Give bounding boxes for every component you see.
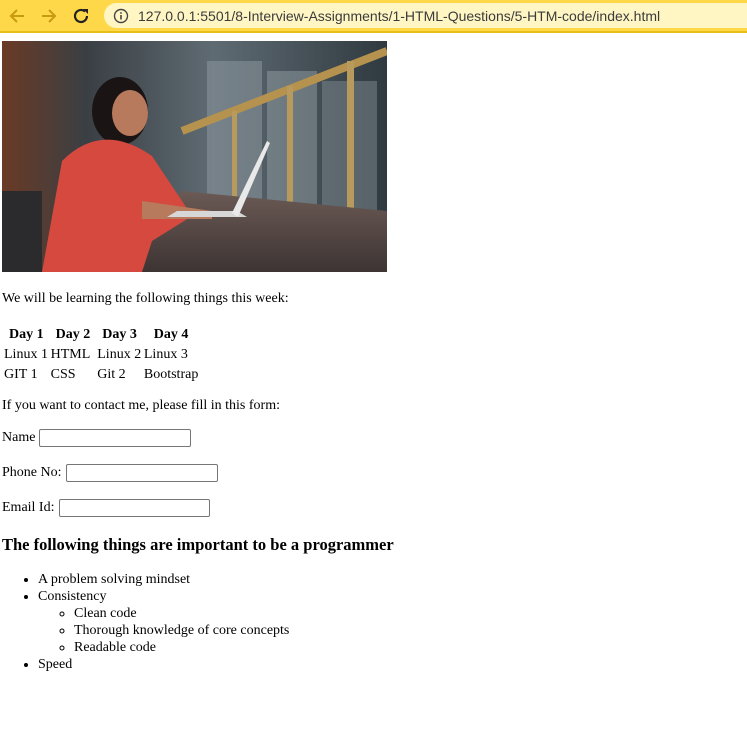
column-header: Day 4: [153, 327, 189, 342]
table-header-row: Day 1 Day 2 Day 3 Day 4: [4, 326, 198, 344]
info-icon[interactable]: [113, 8, 129, 24]
table-row: GIT 1 CSS Git 2 Bootstrap: [4, 366, 198, 384]
table-cell: GIT 1: [4, 367, 38, 382]
sub-list-item: Thorough knowledge of core concepts: [74, 622, 289, 639]
sub-list-item: Readable code: [74, 639, 289, 656]
list-item: Consistency Clean code Thorough knowledg…: [38, 588, 289, 656]
phone-input[interactable]: [65, 464, 218, 482]
contact-prompt: If you want to contact me, please fill i…: [2, 398, 280, 413]
column-header: Day 3: [102, 327, 137, 342]
forward-arrow-icon: [42, 9, 57, 23]
name-label: Name: [2, 430, 36, 445]
browser-toolbar: 127.0.0.1:5501/8-Interview-Assignments/1…: [0, 0, 747, 33]
back-button[interactable]: [5, 4, 29, 28]
column-header: Day 1: [9, 327, 44, 342]
table-cell: Linux 2: [97, 347, 142, 362]
email-row: Email Id:: [2, 499, 210, 517]
hero-image: [2, 41, 387, 272]
reload-button[interactable]: [69, 4, 93, 28]
column-header: Day 2: [55, 327, 91, 342]
name-row: Name: [2, 429, 192, 447]
intro-text: We will be learning the following things…: [2, 291, 289, 306]
email-label: Email Id:: [2, 500, 55, 515]
skills-list: A problem solving mindset Consistency Cl…: [2, 571, 289, 673]
table-cell: Git 2: [97, 367, 126, 382]
address-bar[interactable]: 127.0.0.1:5501/8-Interview-Assignments/1…: [104, 3, 747, 28]
forward-button[interactable]: [37, 4, 61, 28]
name-input[interactable]: [39, 429, 192, 447]
back-arrow-icon: [9, 9, 24, 23]
email-input[interactable]: [58, 499, 210, 517]
phone-row: Phone No:: [2, 464, 218, 482]
sub-list: Clean code Thorough knowledge of core co…: [38, 605, 289, 656]
section-heading: The following things are important to be…: [2, 535, 394, 554]
schedule-table: Day 1 Day 2 Day 3 Day 4 Linux 1 HTML Lin…: [2, 324, 200, 386]
list-item: Speed: [38, 656, 289, 673]
table-cell: Linux 1: [4, 347, 48, 362]
table-cell: CSS: [50, 367, 76, 382]
url-text[interactable]: 127.0.0.1:5501/8-Interview-Assignments/1…: [138, 8, 660, 24]
table-cell: Linux 3: [143, 347, 188, 362]
list-item: A problem solving mindset: [38, 571, 289, 588]
table-cell: HTML: [50, 347, 91, 362]
reload-icon: [73, 8, 89, 24]
table-cell: Bootstrap: [143, 367, 199, 382]
sub-list-item: Clean code: [74, 605, 289, 622]
table-row: Linux 1 HTML Linux 2 Linux 3: [4, 346, 198, 364]
phone-label: Phone No:: [2, 465, 62, 480]
list-item-label: Consistency: [38, 589, 107, 604]
